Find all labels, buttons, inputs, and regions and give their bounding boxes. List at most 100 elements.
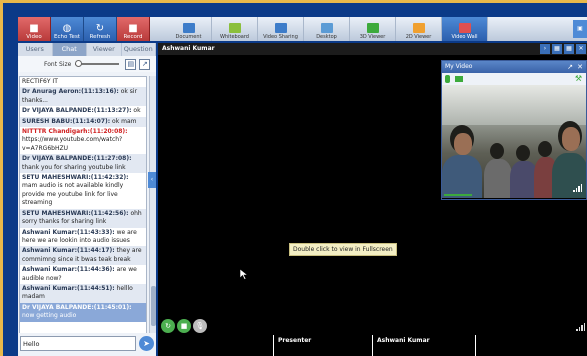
- chat-message-sender: Ashwani Kumar:(11:44:17):: [22, 247, 115, 255]
- microphone-icon[interactable]: [445, 75, 450, 83]
- 3d-viewer-icon: [366, 23, 379, 33]
- top-toolbar: ■ Video ◍ Echo Test ↻ Refresh ■ Record D…: [18, 17, 587, 41]
- 2d-viewer-tool-button[interactable]: 2D Viewer: [396, 17, 442, 41]
- scrollbar-thumb[interactable]: [151, 286, 156, 326]
- chat-message: Dr VIJAYA BALPANDE:(11:45:01): now getti…: [20, 302, 146, 322]
- panel-tabs: Users Chat Viewer Question: [18, 43, 156, 56]
- save-icon[interactable]: ▤: [125, 58, 137, 70]
- chat-message-sender: Dr VIJAYA BALPANDE:(11:45:01):: [22, 303, 132, 311]
- presenter-video-title: Ashwani Kumar: [158, 43, 587, 55]
- chat-message-sender: SETU MAHESHWARI:(11:42:32):: [22, 174, 129, 182]
- echo-icon: ◍: [62, 23, 72, 34]
- my-video-tools: ⚒: [442, 73, 586, 85]
- chat-message-sender: Ashwani Kumar:(11:43:33):: [22, 228, 115, 236]
- record-icon: ■: [128, 23, 138, 34]
- chat-message: Dr VIJAYA BALPANDE:(11:13:27): ok: [20, 106, 146, 116]
- desktop-icon: [320, 23, 333, 33]
- 2d-viewer-icon: [412, 23, 425, 33]
- font-size-label: Font Size: [44, 60, 72, 68]
- microphone-icon[interactable]: 🎙: [193, 319, 207, 333]
- my-video-title: My Video: [445, 63, 473, 70]
- chat-input[interactable]: [20, 336, 136, 351]
- document-icon: [182, 23, 195, 33]
- fullscreen-tooltip: Double click to view in Fullscreen: [289, 243, 397, 256]
- chat-message-sender: Dr Anurag Aeron:(11:13:16):: [22, 88, 119, 96]
- chat-message-sender: Ashwani Kumar:(11:44:51):: [22, 284, 115, 292]
- video-button[interactable]: ■ Video: [18, 17, 51, 41]
- chat-message: SETU MAHESHWARI:(11:42:32): mam audio is…: [20, 173, 146, 209]
- document-tool-button[interactable]: Document: [166, 17, 212, 41]
- close-icon[interactable]: ✕: [577, 61, 583, 73]
- layout-icon[interactable]: ▦: [552, 44, 562, 54]
- chat-message-text: ok: [131, 107, 141, 115]
- chat-history: RECTIF6Y IT Dr Anurag Aeron:(11:13:16): o…: [19, 76, 147, 342]
- chat-message-text: ok mam: [110, 117, 137, 125]
- camera-icon[interactable]: [455, 76, 463, 82]
- tab-viewer[interactable]: Viewer: [87, 43, 122, 56]
- chat-message-sender: SURESH BABU:(11:14:07):: [22, 117, 111, 125]
- chat-message: RECTIF6Y IT: [20, 77, 146, 87]
- tab-chat[interactable]: Chat: [52, 43, 87, 56]
- video-icon: ■: [29, 23, 39, 34]
- grid-icon[interactable]: ▦: [564, 44, 574, 54]
- my-video-titlebar: My Video ↗ ✕: [442, 61, 586, 73]
- refresh-icon: ↻: [95, 23, 105, 34]
- video-sharing-tool-button[interactable]: Video Sharing: [258, 17, 304, 41]
- chat-message-text: now getting audio: [22, 312, 77, 320]
- chat-message-sender: Dr VIJAYA BALPANDE:(11:13:27):: [22, 107, 132, 115]
- chat-message: Dr VIJAYA BALPANDE:(11:27:08): thank you…: [20, 154, 146, 174]
- font-size-row: Font Size ▤ ↗: [18, 56, 156, 72]
- export-icon[interactable]: ↗: [139, 58, 151, 70]
- stream-progress: [444, 194, 472, 196]
- chat-message: Dr Anurag Aeron:(11:13:16): ok sir thank…: [20, 87, 146, 107]
- refresh-stream-icon[interactable]: ↻: [161, 319, 175, 333]
- presenter-label: Presenter: [274, 335, 372, 356]
- chat-scrollbar[interactable]: [149, 76, 156, 342]
- send-icon[interactable]: ➤: [139, 336, 154, 351]
- tab-users[interactable]: Users: [18, 43, 53, 56]
- chat-input-row: ➤: [18, 333, 156, 356]
- signal-strength-icon: [573, 184, 582, 192]
- chat-message-text: thank you for sharing youtube link: [22, 163, 126, 171]
- whiteboard-icon: [228, 23, 241, 33]
- video-wall-icon: [458, 23, 471, 33]
- video-controls: › ▦ ▦ ✕: [539, 43, 587, 55]
- mouse-cursor-icon: [240, 269, 248, 280]
- chat-message: Ashwani Kumar:(11:44:51): helllo madam: [20, 283, 146, 303]
- whiteboard-tool-button[interactable]: Whiteboard: [212, 17, 258, 41]
- echo-test-button[interactable]: ◍ Echo Test: [51, 17, 84, 41]
- chat-message-text: mam audio is not available kindly provid…: [22, 182, 124, 207]
- chat-message-sender: Ashwani Kumar:(11:44:36):: [22, 266, 115, 274]
- 3d-viewer-tool-button[interactable]: 3D Viewer: [350, 17, 396, 41]
- chat-message: NITTTR Chandigarh:(11:20:08): https://ww…: [20, 127, 146, 154]
- chevron-right-icon[interactable]: ›: [540, 44, 550, 54]
- settings-tool-icon[interactable]: ⚒: [575, 74, 582, 83]
- my-video-window[interactable]: My Video ↗ ✕ ⚒: [441, 60, 587, 200]
- signal-strength-icon: [576, 323, 585, 331]
- tab-question[interactable]: Question: [122, 43, 156, 56]
- chat-message-sender: SETU MAHESHWARI:(11:42:56):: [22, 209, 129, 217]
- chat-message: Ashwani Kumar:(11:44:36): are we audible…: [20, 265, 146, 284]
- chat-message: Ashwani Kumar:(11:43:33): we are here we…: [20, 228, 146, 247]
- slider-knob[interactable]: [75, 60, 83, 67]
- left-panel: Users Chat Viewer Question Font Size ▤ ↗…: [18, 43, 156, 356]
- camera-icon[interactable]: ■: [177, 319, 191, 333]
- chat-message-sender: Dr VIJAYA BALPANDE:(11:27:08):: [22, 155, 132, 163]
- chat-message-text: https://www.youtube.com/watch?v=A7RG6bHZ…: [22, 136, 123, 152]
- toolbar-more-icon[interactable]: ▣: [573, 20, 587, 38]
- video-sharing-icon: [274, 23, 287, 33]
- close-icon[interactable]: ✕: [576, 44, 586, 54]
- desktop-tool-button[interactable]: Desktop: [304, 17, 350, 41]
- record-button[interactable]: ■ Record: [117, 17, 150, 41]
- chat-message-text: RECTIF6Y IT: [22, 78, 58, 85]
- font-size-slider[interactable]: [75, 60, 120, 67]
- chat-message: SETU MAHESHWARI:(11:42:56): ohh sorry th…: [20, 208, 146, 228]
- chat-message: SURESH BABU:(11:14:07): ok mam: [20, 116, 146, 128]
- presenter-bar-right: [476, 335, 587, 356]
- video-wall-tool-button[interactable]: Video Wall: [442, 17, 488, 41]
- refresh-button[interactable]: ↻ Refresh: [84, 17, 117, 41]
- collapse-panel-icon[interactable]: ‹: [148, 172, 156, 188]
- maximize-icon[interactable]: ↗: [567, 61, 573, 73]
- presenter-name: Ashwani Kumar: [373, 335, 475, 356]
